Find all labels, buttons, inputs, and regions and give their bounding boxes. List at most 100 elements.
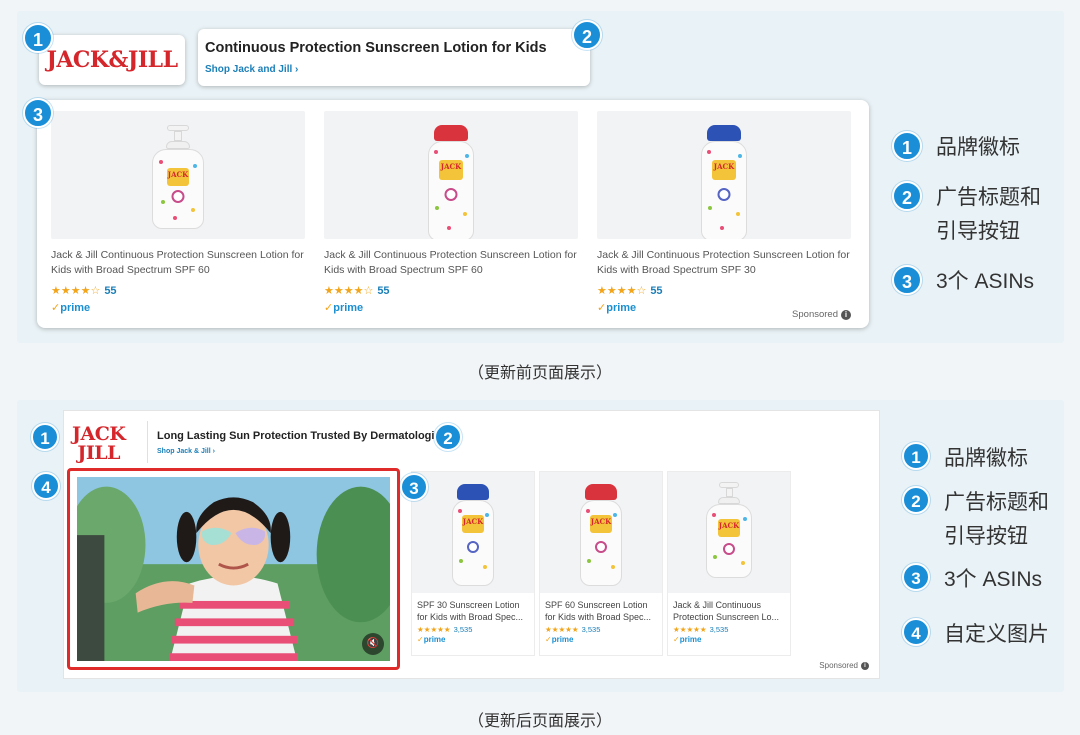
star-rating-icon: ★★★★☆ <box>51 285 101 297</box>
legend-text: 广告标题和 <box>936 186 1041 209</box>
product-image[interactable]: JACK <box>324 111 578 239</box>
rating-count: 3,535 <box>453 625 473 634</box>
prime-badge: ✓prime <box>673 635 702 644</box>
prime-check-icon: ✓ <box>673 635 680 644</box>
marker-3: 3 <box>23 98 53 128</box>
legend-item-headline: 2 广告标题和 引导按钮 <box>902 486 1049 554</box>
brand-logo[interactable]: JACK JILL <box>72 425 126 463</box>
legend-marker: 3 <box>902 563 930 591</box>
product-card[interactable]: JACK SPF 30 Sunscreen Lotion for Kids wi… <box>411 471 535 656</box>
star-rating-icon: ★★★★★ <box>417 625 451 634</box>
divider <box>147 421 148 463</box>
legend-text: 品牌徽标 <box>944 447 1028 470</box>
star-rating-icon: ★★★★★ <box>673 625 707 634</box>
custom-image-highlight: 🔇 <box>67 468 400 670</box>
prime-badge: ✓prime <box>51 302 91 314</box>
rating-count: 55 <box>104 284 117 297</box>
legend-item-headline: 2 广告标题和 引导按钮 <box>892 181 1041 249</box>
product-rating[interactable]: ★★★★☆ 55 <box>51 284 305 298</box>
product-title[interactable]: Jack & Jill Continuous Protection Sunscr… <box>668 593 790 623</box>
prime-badge: ✓prime <box>545 635 574 644</box>
prime-badge: ✓prime <box>324 302 364 314</box>
custom-video-image[interactable]: 🔇 <box>77 477 390 661</box>
prime-check-icon: ✓ <box>597 302 607 314</box>
product-image[interactable]: JACK <box>597 111 851 239</box>
star-rating-icon: ★★★★★ <box>545 625 579 634</box>
shop-brand-link[interactable]: Shop Jack and Jill › <box>205 64 584 75</box>
rating-count: 3,535 <box>709 625 729 634</box>
brand-logo-card[interactable]: JACK&JILL <box>39 35 185 85</box>
product-image[interactable]: JACK <box>540 472 662 593</box>
info-icon[interactable]: i <box>841 309 851 320</box>
marker-1: 1 <box>31 423 59 451</box>
product-card[interactable]: JACK Jack & Jill Continuous Protection S… <box>51 111 305 314</box>
ad-headline[interactable]: Long Lasting Sun Protection Trusted By D… <box>157 430 450 442</box>
legend-marker: 4 <box>902 618 930 646</box>
legend-marker: 1 <box>902 442 930 470</box>
shop-brand-link[interactable]: Shop Jack & Jill › <box>157 448 215 455</box>
prime-check-icon: ✓ <box>545 635 552 644</box>
product-image[interactable]: JACK <box>668 472 790 593</box>
mute-icon[interactable]: 🔇 <box>362 633 384 655</box>
tube-bottle-icon: JACK <box>580 484 622 586</box>
ad-headline: Continuous Protection Sunscreen Lotion f… <box>205 40 547 56</box>
after-ad-card: JACK JILL Long Lasting Sun Protection Tr… <box>63 410 880 679</box>
legend-text-line2: 引导按钮 <box>936 220 1020 243</box>
headline-card[interactable]: Continuous Protection Sunscreen Lotion f… <box>198 29 590 86</box>
product-rating[interactable]: ★★★★★ 3,535 <box>668 623 790 634</box>
marker-2: 2 <box>434 423 462 451</box>
before-update-panel: JACK&JILL Continuous Protection Sunscree… <box>17 11 1064 343</box>
prime-check-icon: ✓ <box>51 302 61 314</box>
product-rating[interactable]: ★★★★★ 3,535 <box>540 623 662 634</box>
info-icon[interactable]: i <box>861 661 869 670</box>
legend-item-custom-image: 4 自定义图片 <box>902 618 1049 652</box>
tube-bottle-icon: JACK <box>452 484 494 586</box>
sponsored-label[interactable]: Sponsored i <box>819 661 869 670</box>
legend-text-line2: 引导按钮 <box>944 525 1028 548</box>
tube-bottle-icon: JACK <box>428 125 474 239</box>
rating-count: 3,535 <box>581 625 601 634</box>
legend-text: 3个 ASINs <box>936 270 1035 293</box>
caption-before: （更新前页面展示） <box>467 365 612 382</box>
legend-text: 广告标题和 <box>944 491 1049 514</box>
rating-count: 55 <box>650 284 663 297</box>
marker-4: 4 <box>32 472 60 500</box>
after-update-panel: JACK JILL Long Lasting Sun Protection Tr… <box>17 400 1064 692</box>
star-rating-icon: ★★★★☆ <box>597 285 647 297</box>
marker-3: 3 <box>400 473 428 501</box>
legend-item-asins: 3 3个 ASINs <box>892 265 1034 299</box>
legend-text: 3个 ASINs <box>944 568 1043 591</box>
product-rating[interactable]: ★★★★☆ 55 <box>324 284 578 298</box>
products-card: JACK Jack & Jill Continuous Protection S… <box>37 100 869 328</box>
product-card[interactable]: JACK Jack & Jill Continuous Protection S… <box>597 111 851 314</box>
product-title[interactable]: SPF 30 Sunscreen Lotion for Kids with Br… <box>412 593 534 623</box>
legend-text: 自定义图片 <box>944 623 1049 646</box>
pump-bottle-icon: JACK <box>706 482 752 578</box>
product-image[interactable]: JACK <box>412 472 534 593</box>
prime-check-icon: ✓ <box>324 302 334 314</box>
legend-marker: 1 <box>892 131 922 161</box>
sponsored-label[interactable]: Sponsored i <box>792 309 851 320</box>
product-title[interactable]: Jack & Jill Continuous Protection Sunscr… <box>51 248 305 278</box>
legend-text: 品牌徽标 <box>936 136 1020 159</box>
product-title[interactable]: SPF 60 Sunscreen Lotion for Kids with Br… <box>540 593 662 623</box>
prime-check-icon: ✓ <box>417 635 424 644</box>
legend-marker: 3 <box>892 265 922 295</box>
marker-2: 2 <box>572 20 602 50</box>
star-rating-icon: ★★★★☆ <box>324 285 374 297</box>
legend-item-brand-logo: 1 品牌徽标 <box>902 442 1028 476</box>
brand-logo: JACK&JILL <box>46 47 178 73</box>
product-title[interactable]: Jack & Jill Continuous Protection Sunscr… <box>324 248 578 278</box>
product-card[interactable]: JACK Jack & Jill Continuous Protection S… <box>667 471 791 656</box>
legend-marker: 2 <box>902 486 930 514</box>
product-card[interactable]: JACK SPF 60 Sunscreen Lotion for Kids wi… <box>539 471 663 656</box>
product-image[interactable]: JACK <box>51 111 305 239</box>
product-card[interactable]: JACK Jack & Jill Continuous Protection S… <box>324 111 578 314</box>
tube-bottle-icon: JACK <box>701 125 747 239</box>
product-rating[interactable]: ★★★★☆ 55 <box>597 284 851 298</box>
legend-item-asins: 3 3个 ASINs <box>902 563 1042 597</box>
prime-badge: ✓prime <box>417 635 446 644</box>
rating-count: 55 <box>377 284 390 297</box>
product-title[interactable]: Jack & Jill Continuous Protection Sunscr… <box>597 248 851 278</box>
product-rating[interactable]: ★★★★★ 3,535 <box>412 623 534 634</box>
